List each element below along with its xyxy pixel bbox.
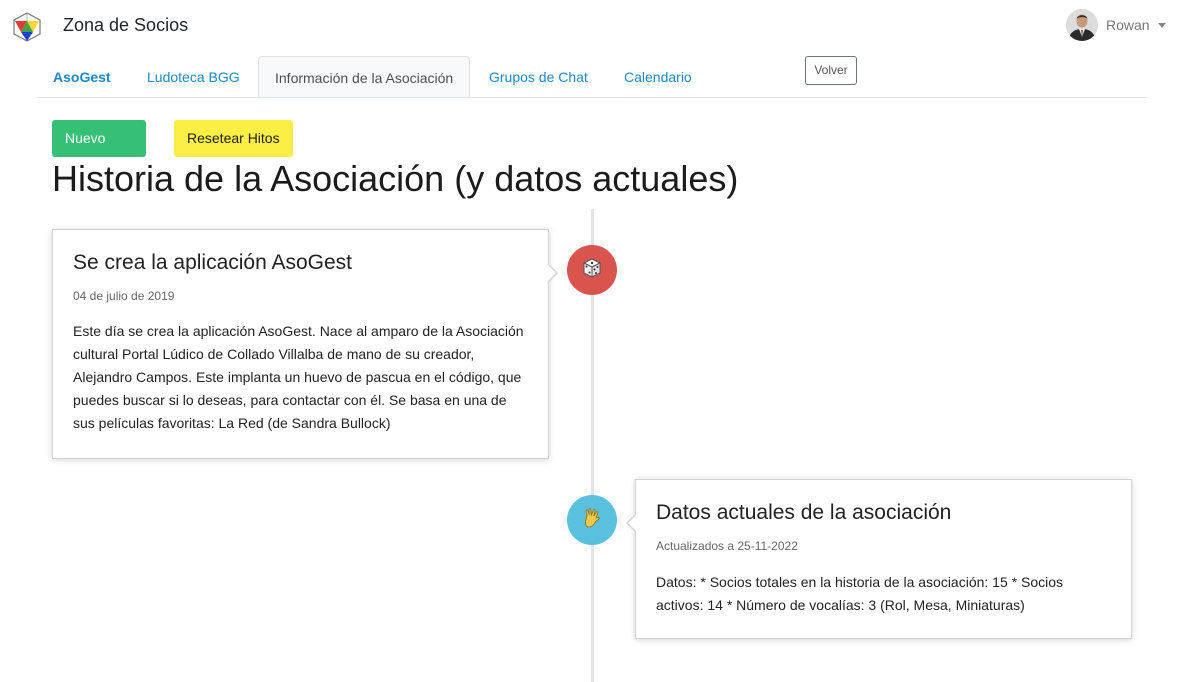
chevron-down-icon: [1157, 22, 1166, 28]
tab-calendario[interactable]: Calendario: [608, 56, 708, 96]
tab-informacion-asociacion[interactable]: Información de la Asociación: [258, 56, 471, 97]
card-pointer: [547, 263, 558, 283]
card-title: Se crea la aplicación AsoGest: [73, 251, 352, 274]
avatar: [1066, 9, 1098, 41]
timeline-card: Datos actuales de la asociación Actualiz…: [626, 479, 1132, 639]
card-pointer: [626, 513, 637, 533]
reset-milestones-button[interactable]: Resetear Hitos: [174, 120, 293, 157]
card-text: Este día se crea la aplicación AsoGest. …: [73, 323, 524, 431]
user-name: Rowan: [1106, 17, 1150, 33]
tab-asogest[interactable]: AsoGest: [37, 56, 127, 96]
dice-icon: [581, 257, 603, 284]
tab-ludoteca-bgg[interactable]: Ludoteca BGG: [131, 56, 256, 96]
timeline-card: Se crea la aplicación AsoGest 04 de juli…: [52, 229, 558, 459]
user-menu[interactable]: Rowan: [1066, 8, 1166, 42]
card-date: Actualizados a 25-11-2022: [656, 539, 798, 553]
top-navbar: Zona de Socios Rowan: [0, 0, 1179, 52]
app-logo[interactable]: [12, 11, 42, 43]
page-title: Historia de la Asociación (y datos actua…: [52, 158, 739, 199]
card-title: Datos actuales de la asociación: [656, 501, 952, 524]
timeline-badge: [567, 245, 617, 295]
vulcan-salute-icon: [581, 507, 603, 534]
main-tabs: AsoGest Ludoteca BGG Información de la A…: [37, 56, 1147, 98]
card-date: 04 de julio de 2019: [73, 289, 175, 303]
new-milestone-button[interactable]: Nuevo Hito: [52, 120, 146, 183]
card-text: Datos: * Socios totales en la historia d…: [656, 574, 1064, 613]
back-button[interactable]: Volver: [805, 56, 857, 85]
tab-grupos-chat[interactable]: Grupos de Chat: [473, 56, 604, 96]
brand-title[interactable]: Zona de Socios: [63, 15, 188, 36]
timeline-badge: [567, 495, 617, 545]
